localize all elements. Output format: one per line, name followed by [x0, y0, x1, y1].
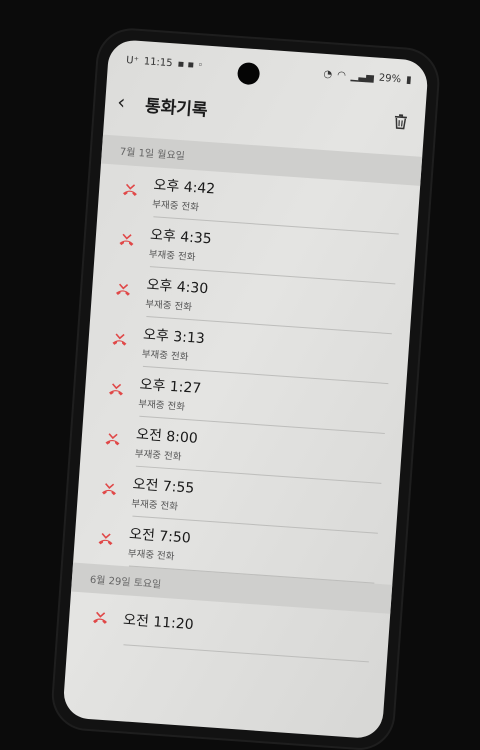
missed-call-icon [112, 333, 127, 346]
phone: U⁺ 11:15 ▪ ▪ ◦ ◔ ◠ ▁▃▅ 29% ▮ ‹ 통화기록 7월 1… [51, 28, 440, 750]
call-type: 부재중 전화 [148, 249, 196, 264]
call-text: 오전 7:50 부재중 전화 [127, 523, 191, 563]
call-text: 오후 1:27 부재중 전화 [138, 374, 202, 414]
call-text: 오후 4:30 부재중 전화 [145, 274, 209, 314]
trash-icon[interactable] [390, 111, 411, 132]
status-left: U⁺ 11:15 ▪ ▪ ◦ [126, 55, 204, 71]
call-text: 오전 7:55 부재중 전화 [131, 474, 195, 514]
notification-icon: ▪ ▪ ◦ [177, 58, 204, 71]
call-time: 오후 1:27 [139, 376, 202, 398]
call-time: 오후 4:42 [153, 177, 216, 198]
missed-call-icon [105, 433, 120, 446]
call-type: 부재중 전화 [141, 348, 189, 364]
call-time: 오후 3:13 [142, 326, 206, 348]
call-text: 오후 4:35 부재중 전화 [148, 224, 212, 264]
call-type: 부재중 전화 [144, 298, 193, 314]
alarm-icon: ◔ [323, 68, 333, 80]
call-log-list: 7월 1일 월요일 오후 4:42 부재중 전화 오후 4:35 부재중 전화 오후 4:… [68, 134, 423, 664]
call-type: 부재중 전화 [127, 548, 175, 563]
call-type: 부재중 전화 [151, 199, 200, 214]
battery-level: 29% [378, 72, 402, 85]
status-bar: U⁺ 11:15 ▪ ▪ ◦ ◔ ◠ ▁▃▅ 29% ▮ [126, 50, 413, 90]
missed-call-icon [98, 532, 113, 546]
missed-call-icon [102, 483, 116, 496]
status-right: ◔ ◠ ▁▃▅ 29% ▮ [323, 68, 412, 85]
wifi-icon: ◠ [336, 69, 347, 81]
call-time: 오전 8:00 [135, 426, 199, 447]
call-text: 오후 4:42 부재중 전화 [152, 174, 216, 214]
missed-call-icon [122, 183, 137, 196]
phone-screen: U⁺ 11:15 ▪ ▪ ◦ ◔ ◠ ▁▃▅ 29% ▮ ‹ 통화기록 7월 1… [62, 38, 429, 740]
call-text: 오후 3:13 부재중 전화 [141, 324, 205, 364]
call-type: 부재중 전화 [130, 498, 179, 513]
signal-icon: ▁▃▅ [350, 70, 375, 83]
call-time: 오전 7:55 [132, 476, 195, 497]
call-time: 오전 7:50 [128, 526, 192, 547]
call-type: 부재중 전화 [134, 448, 182, 463]
call-time: 오후 4:30 [146, 277, 209, 298]
app-bar: ‹ 통화기록 [116, 82, 412, 142]
status-time: 11:15 [143, 55, 173, 69]
call-time: 오전 11:20 [122, 612, 195, 634]
missed-call-icon [115, 283, 130, 296]
back-arrow-icon[interactable]: ‹ [117, 90, 141, 115]
call-text: 오전 8:00 부재중 전화 [134, 424, 198, 464]
call-text: 오전 11:20 [122, 609, 195, 636]
missed-call-icon [109, 383, 123, 396]
call-type: 부재중 전화 [137, 398, 186, 413]
battery-icon: ▮ [405, 74, 412, 86]
missed-call-icon [93, 611, 108, 624]
missed-call-icon [119, 233, 134, 246]
carrier-label: U⁺ [125, 54, 140, 67]
call-time: 오후 4:35 [149, 227, 213, 248]
page-title: 통화기록 [144, 95, 209, 121]
